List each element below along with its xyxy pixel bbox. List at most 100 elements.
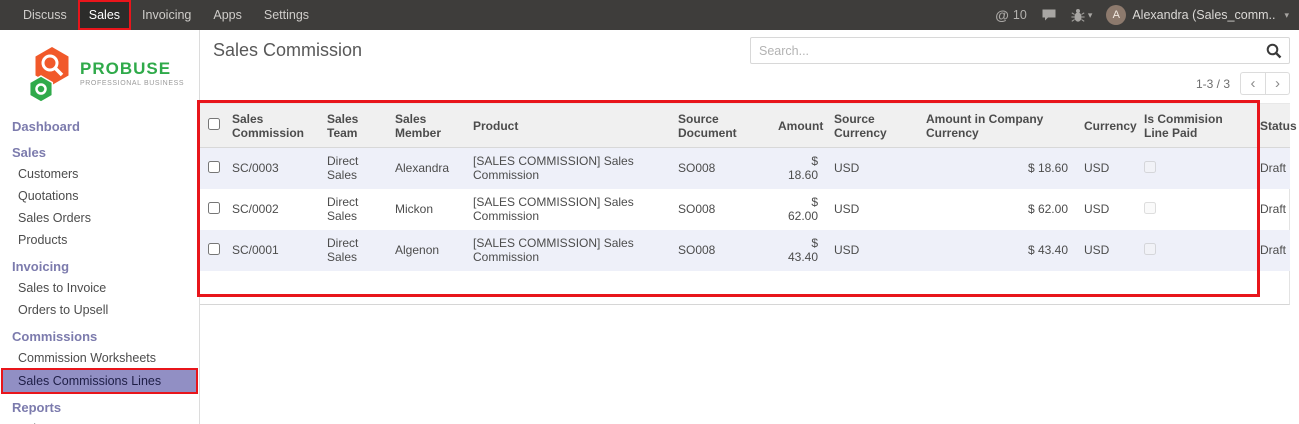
sidebar-item-products[interactable]: Products <box>0 229 199 251</box>
search-icon[interactable] <box>1265 42 1283 65</box>
is-paid-checkbox <box>1144 202 1156 214</box>
col-header-currency[interactable]: Currency <box>1076 104 1136 148</box>
at-icon: @ <box>995 7 1009 23</box>
cell-source-document[interactable]: SO008 <box>670 230 770 271</box>
menu-settings[interactable]: Settings <box>253 0 320 30</box>
cell-source-currency[interactable]: USD <box>826 189 918 230</box>
cell-source-document[interactable]: SO008 <box>670 148 770 189</box>
pager-previous-button[interactable]: ‹ <box>1240 72 1265 95</box>
cell-reference[interactable]: SC/0003 <box>224 148 319 189</box>
col-header-source-document[interactable]: Source Document <box>670 104 770 148</box>
sidebar: PROBUSE PROFESSIONAL BUSINESS Dashboard … <box>0 30 200 424</box>
table-row[interactable]: SC/0001 Direct Sales Algenon [SALES COMM… <box>200 230 1290 271</box>
cell-reference[interactable]: SC/0001 <box>224 230 319 271</box>
sidebar-item-sales-commissions-lines[interactable]: Sales Commissions Lines <box>3 370 196 392</box>
sidebar-item-sales-orders[interactable]: Sales Orders <box>0 207 199 229</box>
cell-status[interactable]: Draft <box>1252 148 1290 189</box>
cell-amount-company-currency[interactable]: $ 62.00 <box>918 189 1076 230</box>
cell-product[interactable]: [SALES COMMISSION] Sales Commission <box>465 230 670 271</box>
sidebar-section-dashboard[interactable]: Dashboard <box>0 116 199 137</box>
sidebar-item-customers[interactable]: Customers <box>0 163 199 185</box>
logo-title: PROBUSE <box>80 60 184 77</box>
list-view-sheet: Sales Commission Sales Team Sales Member… <box>200 103 1290 305</box>
menu-apps[interactable]: Apps <box>202 0 253 30</box>
cell-sales-team[interactable]: Direct Sales <box>319 230 387 271</box>
row-select-cell <box>200 230 224 271</box>
cell-product[interactable]: [SALES COMMISSION] Sales Commission <box>465 189 670 230</box>
cell-sales-member[interactable]: Algenon <box>387 230 465 271</box>
is-paid-checkbox <box>1144 161 1156 173</box>
cell-currency[interactable]: USD <box>1076 230 1136 271</box>
is-paid-checkbox <box>1144 243 1156 255</box>
cell-is-paid <box>1136 230 1252 271</box>
col-header-sales-member[interactable]: Sales Member <box>387 104 465 148</box>
cell-currency[interactable]: USD <box>1076 148 1136 189</box>
row-select-checkbox[interactable] <box>208 202 220 214</box>
mention-counter[interactable]: @ 10 <box>995 7 1027 23</box>
pager: 1-3 / 3 ‹ › <box>1196 72 1290 95</box>
cell-amount[interactable]: $ 18.60 <box>770 148 826 189</box>
cell-currency[interactable]: USD <box>1076 189 1136 230</box>
col-header-product[interactable]: Product <box>465 104 670 148</box>
cell-sales-member[interactable]: Alexandra <box>387 148 465 189</box>
row-select-cell <box>200 189 224 230</box>
messages-icon[interactable] <box>1041 8 1057 22</box>
col-header-status[interactable]: Status <box>1252 104 1290 148</box>
cell-reference[interactable]: SC/0002 <box>224 189 319 230</box>
cell-amount[interactable]: $ 43.40 <box>770 230 826 271</box>
logo-text: PROBUSE PROFESSIONAL BUSINESS <box>80 60 184 87</box>
mention-count: 10 <box>1013 8 1027 22</box>
cell-product[interactable]: [SALES COMMISSION] Sales Commission <box>465 148 670 189</box>
col-header-amount-company-currency[interactable]: Amount in Company Currency <box>918 104 1076 148</box>
sidebar-nav: Dashboard Sales Customers Quotations Sal… <box>0 116 199 424</box>
col-header-amount[interactable]: Amount <box>770 104 826 148</box>
cell-is-paid <box>1136 189 1252 230</box>
sidebar-item-reports-sales[interactable]: Sales <box>0 418 199 424</box>
sidebar-section-sales[interactable]: Sales <box>0 142 199 163</box>
debug-bug-icon[interactable]: ▾ <box>1071 8 1093 23</box>
col-header-sales-commission[interactable]: Sales Commission <box>224 104 319 148</box>
sidebar-section-invoicing[interactable]: Invoicing <box>0 256 199 277</box>
row-select-cell <box>200 148 224 189</box>
menu-sales[interactable]: Sales <box>78 0 131 30</box>
cell-sales-team[interactable]: Direct Sales <box>319 148 387 189</box>
table-row[interactable]: SC/0003 Direct Sales Alexandra [SALES CO… <box>200 148 1290 189</box>
app-logo: PROBUSE PROFESSIONAL BUSINESS <box>0 30 199 114</box>
sidebar-section-reports[interactable]: Reports <box>0 397 199 418</box>
row-select-checkbox[interactable] <box>208 161 220 173</box>
search-box <box>750 37 1290 64</box>
chevron-left-icon: ‹ <box>1251 75 1256 92</box>
sidebar-item-quotations[interactable]: Quotations <box>0 185 199 207</box>
cell-source-currency[interactable]: USD <box>826 148 918 189</box>
pager-range: 1-3 / 3 <box>1196 77 1230 91</box>
table-row[interactable]: SC/0002 Direct Sales Mickon [SALES COMMI… <box>200 189 1290 230</box>
row-select-checkbox[interactable] <box>208 243 220 255</box>
sidebar-item-commission-worksheets[interactable]: Commission Worksheets <box>0 347 199 369</box>
user-name: Alexandra (Sales_comm.. <box>1132 8 1275 22</box>
caret-down-icon: ▾ <box>1284 10 1289 21</box>
sidebar-item-orders-to-upsell[interactable]: Orders to Upsell <box>0 299 199 321</box>
topbar-systray: @ 10 ▾ A <box>995 0 1299 30</box>
menu-discuss[interactable]: Discuss <box>12 0 78 30</box>
sidebar-item-sales-to-invoice[interactable]: Sales to Invoice <box>0 277 199 299</box>
user-menu[interactable]: A Alexandra (Sales_comm.. ▾ <box>1106 5 1289 25</box>
cell-status[interactable]: Draft <box>1252 230 1290 271</box>
sidebar-section-commissions[interactable]: Commissions <box>0 326 199 347</box>
table-header-row: Sales Commission Sales Team Sales Member… <box>200 104 1290 148</box>
cell-amount[interactable]: $ 62.00 <box>770 189 826 230</box>
cell-amount-company-currency[interactable]: $ 18.60 <box>918 148 1076 189</box>
select-all-checkbox[interactable] <box>208 118 220 130</box>
cell-source-currency[interactable]: USD <box>826 230 918 271</box>
cell-status[interactable]: Draft <box>1252 189 1290 230</box>
pager-next-button[interactable]: › <box>1265 72 1290 95</box>
menu-invoicing[interactable]: Invoicing <box>131 0 202 30</box>
col-header-source-currency[interactable]: Source Currency <box>826 104 918 148</box>
top-menu: Discuss Sales Invoicing Apps Settings <box>0 0 320 30</box>
col-header-is-commission-line-paid[interactable]: Is Commision Line Paid <box>1136 104 1252 148</box>
search-input[interactable] <box>759 44 1261 58</box>
cell-sales-member[interactable]: Mickon <box>387 189 465 230</box>
cell-amount-company-currency[interactable]: $ 43.40 <box>918 230 1076 271</box>
cell-sales-team[interactable]: Direct Sales <box>319 189 387 230</box>
col-header-sales-team[interactable]: Sales Team <box>319 104 387 148</box>
cell-source-document[interactable]: SO008 <box>670 189 770 230</box>
